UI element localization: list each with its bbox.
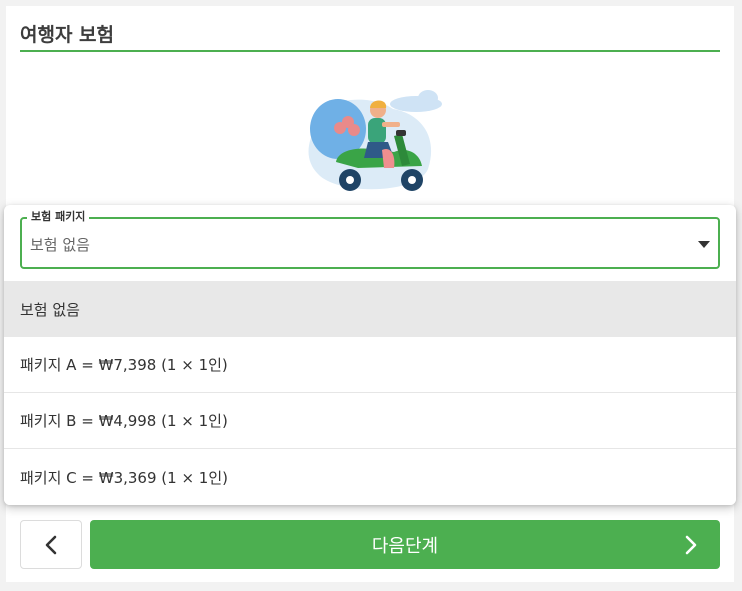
scooter-rider-illustration: [308, 90, 442, 191]
section-title: 여행자 보험: [20, 24, 115, 46]
option-package-b[interactable]: 패키지 B = ₩4,998 (1 × 1인): [4, 393, 736, 449]
select-current-value: 보험 없음: [30, 236, 90, 254]
insurance-package-select[interactable]: 보험 패키지 보험 없음: [20, 210, 720, 269]
caret-down-icon[interactable]: [698, 241, 710, 248]
select-label: 보험 패키지: [27, 210, 90, 224]
chevron-left-icon: [45, 535, 57, 554]
next-step-button[interactable]: 다음단계: [90, 520, 720, 569]
option-package-c[interactable]: 패키지 C = ₩3,369 (1 × 1인): [4, 449, 736, 505]
option-no-insurance[interactable]: 보험 없음: [4, 281, 736, 337]
chevron-right-icon: [685, 535, 697, 555]
option-package-a[interactable]: 패키지 A = ₩7,398 (1 × 1인): [4, 337, 736, 393]
option-list: 보험 없음 패키지 A = ₩7,398 (1 × 1인) 패키지 B = ₩4…: [4, 281, 736, 505]
back-button[interactable]: [20, 520, 82, 569]
next-step-label: 다음단계: [371, 535, 439, 557]
insurance-package-dropdown[interactable]: 보험 패키지 보험 없음 보험 없음 패키지 A = ₩7,398 (1 × 1…: [4, 205, 736, 505]
title-divider: [20, 50, 720, 52]
